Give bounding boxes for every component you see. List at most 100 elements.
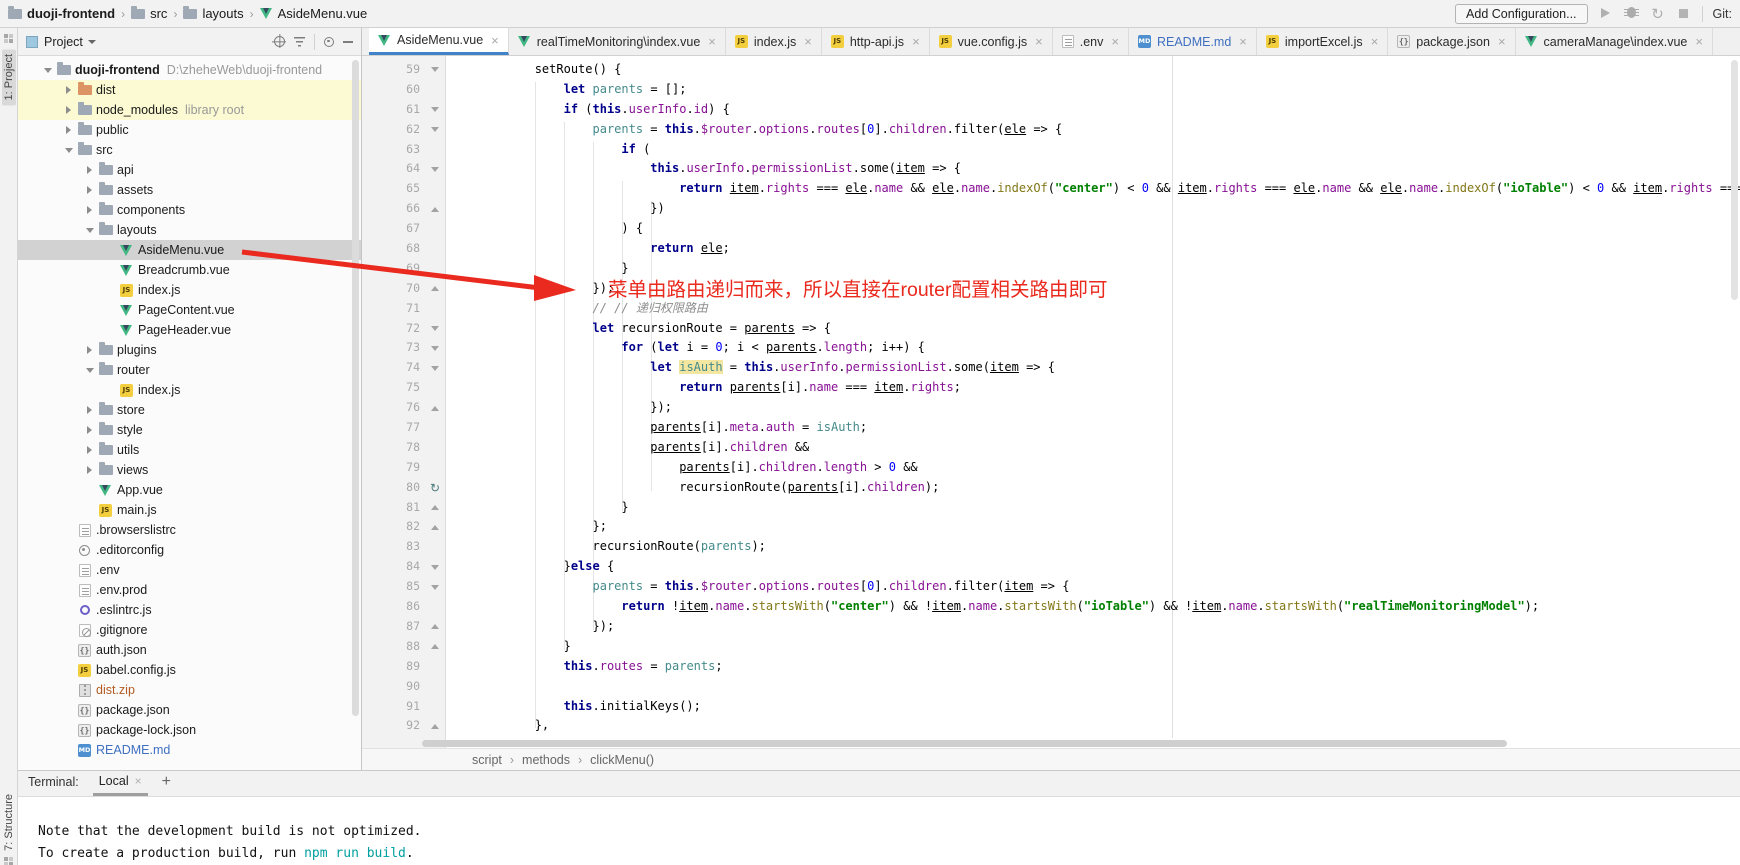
fold-marker[interactable]: [424, 120, 446, 140]
chevron-right-icon[interactable]: [82, 186, 97, 194]
project-view-selector[interactable]: Project: [44, 35, 96, 49]
tree-item-assets[interactable]: assets: [18, 180, 361, 200]
fold-marker[interactable]: [424, 577, 446, 597]
tree-item-app.vue[interactable]: App.vue: [18, 480, 361, 500]
fold-marker[interactable]: [424, 338, 446, 358]
fold-marker[interactable]: [424, 60, 446, 80]
breadcrumb-item[interactable]: src: [131, 6, 167, 21]
tree-item-babel.config.js[interactable]: babel.config.js: [18, 660, 361, 680]
tree-item-pageheader.vue[interactable]: PageHeader.vue: [18, 320, 361, 340]
breadcrumb-item[interactable]: script: [472, 753, 502, 767]
fold-marker[interactable]: [424, 637, 446, 657]
tab-close-icon[interactable]: ×: [1035, 35, 1043, 48]
vertical-scrollbar[interactable]: [1731, 60, 1738, 300]
editor-tab[interactable]: cameraManage\index.vue×: [1516, 28, 1713, 55]
tab-close-icon[interactable]: ×: [1111, 35, 1119, 48]
rerun-icon[interactable]: ↻: [1650, 5, 1666, 23]
fold-marker[interactable]: [424, 617, 446, 637]
chevron-down-icon[interactable]: [82, 228, 97, 233]
fold-marker[interactable]: [424, 319, 446, 339]
fold-marker[interactable]: [424, 199, 446, 219]
chevron-right-icon[interactable]: [61, 86, 76, 94]
fold-marker[interactable]: [424, 517, 446, 537]
fold-marker[interactable]: [424, 398, 446, 418]
horizontal-scrollbar[interactable]: [422, 740, 1507, 747]
tree-item-router[interactable]: router: [18, 360, 361, 380]
editor[interactable]: 59 setRoute() {60 let parents = [];61 if…: [362, 56, 1740, 770]
editor-tab[interactable]: README.md×: [1129, 28, 1257, 55]
editor-tab[interactable]: .env×: [1053, 28, 1129, 55]
tree-item-index.js[interactable]: index.js: [18, 280, 361, 300]
chevron-right-icon[interactable]: [82, 406, 97, 414]
fold-marker[interactable]: [424, 716, 446, 736]
chevron-right-icon[interactable]: [61, 106, 76, 114]
tree-item-.env.prod[interactable]: .env.prod: [18, 580, 361, 600]
tree-item-store[interactable]: store: [18, 400, 361, 420]
tree-item-style[interactable]: style: [18, 420, 361, 440]
breadcrumb-item[interactable]: layouts: [183, 6, 243, 21]
tab-close-icon[interactable]: ×: [1695, 35, 1703, 48]
chevron-right-icon[interactable]: [61, 126, 76, 134]
close-icon[interactable]: ×: [135, 774, 142, 788]
chevron-right-icon[interactable]: [82, 206, 97, 214]
tree-item-main.js[interactable]: main.js: [18, 500, 361, 520]
terminal-tab-local[interactable]: Local×: [93, 774, 148, 796]
tab-close-icon[interactable]: ×: [1371, 35, 1379, 48]
tree-item-utils[interactable]: utils: [18, 440, 361, 460]
collapse-all-icon[interactable]: [294, 37, 305, 47]
breadcrumb-item[interactable]: methods: [522, 753, 570, 767]
tree-item-.env[interactable]: .env: [18, 560, 361, 580]
run-icon[interactable]: [1598, 7, 1614, 21]
tree-item-.gitignore[interactable]: .gitignore: [18, 620, 361, 640]
tree-item-auth.json[interactable]: auth.json: [18, 640, 361, 660]
tree-item-package.json[interactable]: package.json: [18, 700, 361, 720]
add-configuration-button[interactable]: Add Configuration...: [1455, 4, 1588, 24]
editor-tab[interactable]: AsideMenu.vue×: [369, 28, 509, 55]
fold-marker[interactable]: [424, 100, 446, 120]
editor-tab[interactable]: http-api.js×: [822, 28, 930, 55]
fold-marker[interactable]: [424, 498, 446, 518]
chevron-right-icon[interactable]: [82, 466, 97, 474]
tree-item-src[interactable]: src: [18, 140, 361, 160]
breadcrumb-item[interactable]: clickMenu(): [590, 753, 654, 767]
stripe-structure-button[interactable]: 7: Structure: [3, 794, 15, 851]
tree-item-layouts[interactable]: layouts: [18, 220, 361, 240]
breadcrumb-item[interactable]: AsideMenu.vue: [260, 6, 368, 21]
editor-tab[interactable]: vue.config.js×: [930, 28, 1053, 55]
debug-icon[interactable]: [1624, 7, 1640, 21]
tree-item-api[interactable]: api: [18, 160, 361, 180]
tree-item-breadcrumb.vue[interactable]: Breadcrumb.vue: [18, 260, 361, 280]
locate-file-icon[interactable]: [274, 36, 285, 47]
fold-marker[interactable]: [424, 279, 446, 299]
hide-panel-icon[interactable]: [343, 41, 353, 43]
tree-item-readme.md[interactable]: README.md: [18, 740, 361, 760]
project-scrollbar[interactable]: [352, 60, 359, 716]
chevron-right-icon[interactable]: [82, 446, 97, 454]
chevron-down-icon[interactable]: [61, 148, 76, 153]
editor-tab[interactable]: realTimeMonitoring\index.vue×: [509, 28, 726, 55]
editor-tab[interactable]: index.js×: [726, 28, 822, 55]
tree-item-plugins[interactable]: plugins: [18, 340, 361, 360]
chevron-right-icon[interactable]: [82, 166, 97, 174]
tree-item-pagecontent.vue[interactable]: PageContent.vue: [18, 300, 361, 320]
chevron-right-icon[interactable]: [82, 426, 97, 434]
tab-close-icon[interactable]: ×: [1498, 35, 1506, 48]
tab-close-icon[interactable]: ×: [708, 35, 716, 48]
gear-icon[interactable]: [324, 37, 334, 47]
tree-item-public[interactable]: public: [18, 120, 361, 140]
stop-icon[interactable]: [1676, 7, 1692, 21]
editor-tab[interactable]: package.json×: [1388, 28, 1515, 55]
tree-item-index.js[interactable]: index.js: [18, 380, 361, 400]
breadcrumb-item[interactable]: duoji-frontend: [8, 6, 115, 21]
chevron-down-icon[interactable]: [82, 368, 97, 373]
tab-close-icon[interactable]: ×: [804, 35, 812, 48]
tab-close-icon[interactable]: ×: [912, 35, 920, 48]
tab-close-icon[interactable]: ×: [491, 34, 499, 47]
tree-item-views[interactable]: views: [18, 460, 361, 480]
tree-item-dist[interactable]: dist: [18, 80, 361, 100]
chevron-down-icon[interactable]: [40, 68, 55, 73]
stripe-project-button[interactable]: 1: Project: [2, 49, 16, 105]
fold-marker[interactable]: [424, 358, 446, 378]
tree-item-asidemenu.vue[interactable]: AsideMenu.vue: [18, 240, 361, 260]
editor-tab[interactable]: importExcel.js×: [1257, 28, 1388, 55]
